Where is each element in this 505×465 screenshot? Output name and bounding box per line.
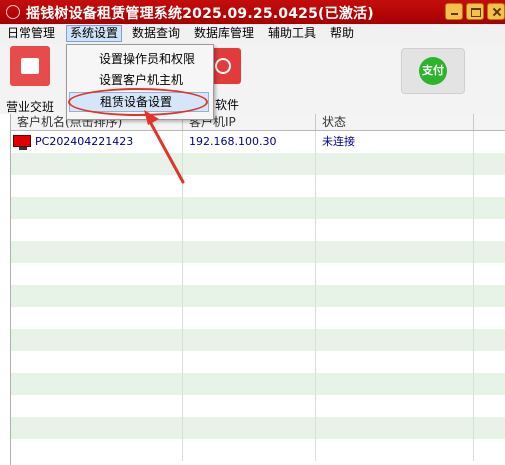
annotation-arrow — [144, 110, 185, 184]
